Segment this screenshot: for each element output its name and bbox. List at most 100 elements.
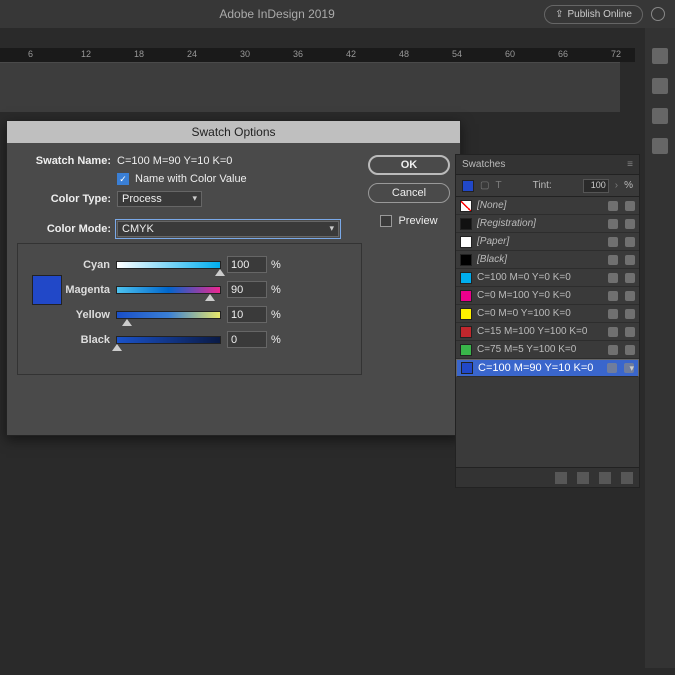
yellow-input[interactable]: [227, 306, 267, 323]
magenta-input[interactable]: [227, 281, 267, 298]
cyan-input[interactable]: [227, 256, 267, 273]
ruler-mark: 36: [293, 49, 303, 59]
colorspace-icon: [608, 255, 618, 265]
delete-swatch-icon[interactable]: [621, 472, 633, 484]
swatch-row[interactable]: C=0 M=0 Y=100 K=0: [456, 305, 639, 323]
swatch-options-dialog: Swatch Options Swatch Name: C=100 M=90 Y…: [6, 120, 461, 436]
ruler-mark: 18: [134, 49, 144, 59]
tint-input[interactable]: 100: [583, 179, 609, 193]
yellow-label: Yellow: [26, 309, 116, 321]
swatches-panel-title: Swatches: [462, 159, 505, 170]
cancel-button[interactable]: Cancel: [368, 183, 450, 203]
colorspace-icon: [608, 309, 618, 319]
black-input[interactable]: [227, 331, 267, 348]
ruler-mark: 30: [240, 49, 250, 59]
colorspace-icon: [608, 201, 618, 211]
swatch-row[interactable]: C=15 M=100 Y=100 K=0: [456, 323, 639, 341]
document-canvas[interactable]: [0, 62, 620, 112]
preview-checkbox[interactable]: [380, 215, 392, 227]
swatch-row[interactable]: C=100 M=0 Y=0 K=0: [456, 269, 639, 287]
panel-icon[interactable]: [652, 138, 668, 154]
app-title: Adobe InDesign 2019: [10, 7, 544, 21]
colorspace-icon: [607, 363, 617, 373]
swatch-name: [Black]: [477, 254, 601, 265]
colortype-icon: [625, 237, 635, 247]
ruler-mark: 24: [187, 49, 197, 59]
right-tool-rail: [645, 28, 675, 668]
upload-icon: ⇪: [555, 9, 563, 20]
magenta-slider[interactable]: [116, 286, 221, 294]
preview-label: Preview: [398, 215, 437, 227]
yellow-slider[interactable]: [116, 311, 221, 319]
swatch-color-chip: [460, 218, 472, 230]
ruler-mark: 48: [399, 49, 409, 59]
swatches-panel: Swatches ≡ ▢ T Tint: 100 › % [None][Regi…: [455, 154, 640, 488]
color-type-select[interactable]: Process: [117, 191, 202, 207]
swatch-row[interactable]: C=0 M=100 Y=0 K=0: [456, 287, 639, 305]
horizontal-ruler: 61218243036424854606672: [0, 48, 635, 62]
colorspace-icon: [608, 291, 618, 301]
panel-icon[interactable]: [652, 108, 668, 124]
swatch-row[interactable]: C=75 M=5 Y=100 K=0: [456, 341, 639, 359]
swatch-name-value: C=100 M=90 Y=10 K=0: [117, 155, 232, 167]
black-label: Black: [26, 334, 116, 346]
colorspace-icon: [608, 273, 618, 283]
swatch-view-icon[interactable]: [555, 472, 567, 484]
swatch-name: [None]: [477, 200, 601, 211]
swatch-name: C=0 M=0 Y=100 K=0: [477, 308, 601, 319]
ruler-mark: 72: [611, 49, 621, 59]
colortype-icon: [625, 201, 635, 211]
swatch-name: C=100 M=90 Y=10 K=0: [478, 362, 600, 374]
swatch-color-chip: [460, 344, 472, 356]
color-mode-select[interactable]: CMYK: [117, 221, 339, 237]
chevron-right-icon[interactable]: ›: [615, 180, 618, 191]
swatch-name: C=15 M=100 Y=100 K=0: [477, 326, 601, 337]
swatch-color-chip: [460, 236, 472, 248]
colortype-icon: [625, 345, 635, 355]
swatch-row[interactable]: [Paper]: [456, 233, 639, 251]
fill-stroke-indicator[interactable]: [462, 180, 474, 192]
colortype-icon: [625, 291, 635, 301]
swatch-name: [Paper]: [477, 236, 601, 247]
publish-label: Publish Online: [568, 9, 632, 20]
swatch-color-chip: [460, 290, 472, 302]
colorspace-icon: [608, 219, 618, 229]
ok-button[interactable]: OK: [368, 155, 450, 175]
swatch-row[interactable]: C=100 M=90 Y=10 K=0: [456, 359, 639, 377]
publish-online-button[interactable]: ⇪ Publish Online: [544, 5, 643, 24]
panel-icon[interactable]: [652, 48, 668, 64]
swatch-row[interactable]: [Registration]: [456, 215, 639, 233]
cyan-label: Cyan: [26, 259, 116, 271]
panel-menu-icon[interactable]: ≡: [627, 159, 633, 170]
colortype-icon: [625, 273, 635, 283]
color-channels-group: Cyan % Magenta % Yellow %: [17, 243, 362, 375]
name-with-color-checkbox[interactable]: ✓: [117, 173, 129, 185]
text-icon[interactable]: T: [495, 180, 501, 191]
colortype-icon: [625, 327, 635, 337]
swatch-color-chip: [460, 254, 472, 266]
swatch-row[interactable]: [None]: [456, 197, 639, 215]
swatch-color-chip: [460, 200, 472, 212]
swatches-panel-footer: [456, 467, 639, 487]
new-group-icon[interactable]: [577, 472, 589, 484]
colorspace-icon: [608, 327, 618, 337]
container-icon[interactable]: ▢: [480, 180, 489, 191]
colorspace-icon: [608, 345, 618, 355]
ruler-mark: 66: [558, 49, 568, 59]
swatch-row[interactable]: [Black]: [456, 251, 639, 269]
swatch-color-chip: [460, 308, 472, 320]
swatch-color-chip: [460, 326, 472, 338]
panel-icon[interactable]: [652, 78, 668, 94]
help-icon[interactable]: [651, 7, 665, 21]
swatch-name: C=75 M=5 Y=100 K=0: [477, 344, 601, 355]
color-type-label: Color Type:: [17, 193, 117, 205]
swatch-name: [Registration]: [477, 218, 601, 229]
ruler-mark: 12: [81, 49, 91, 59]
black-slider[interactable]: [116, 336, 221, 344]
swatch-name: C=100 M=0 Y=0 K=0: [477, 272, 601, 283]
new-swatch-icon[interactable]: [599, 472, 611, 484]
swatch-color-chip: [461, 362, 473, 374]
cyan-slider[interactable]: [116, 261, 221, 269]
colortype-icon: [624, 363, 634, 373]
swatch-name: C=0 M=100 Y=0 K=0: [477, 290, 601, 301]
